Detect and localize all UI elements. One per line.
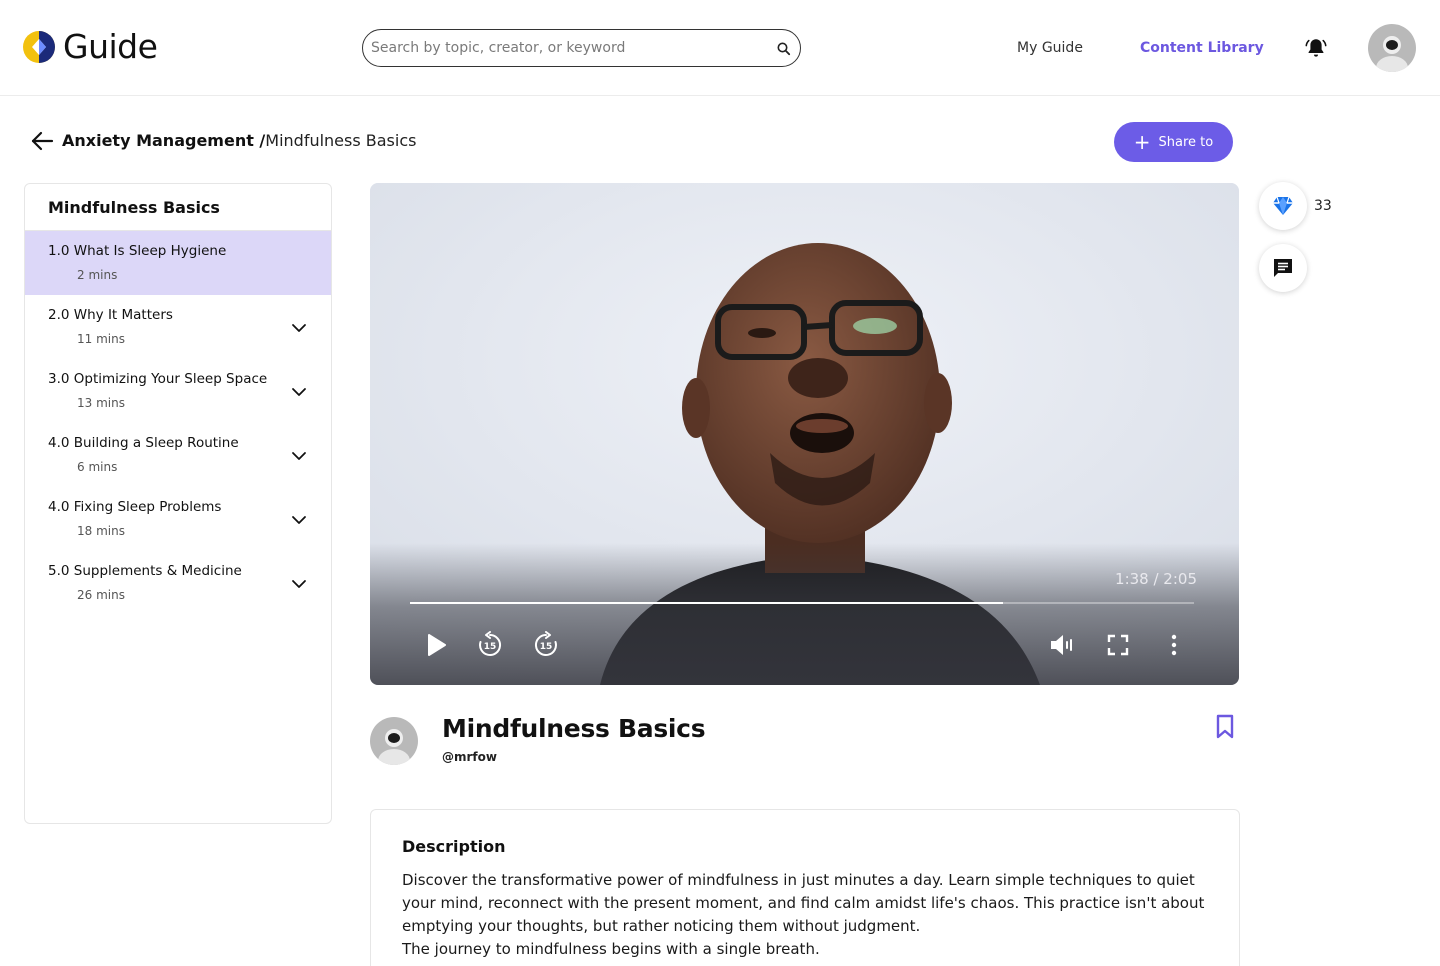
nav-my-guide[interactable]: My Guide — [1017, 38, 1083, 58]
chevron-down-icon[interactable] — [291, 576, 307, 592]
creator-avatar[interactable] — [370, 717, 418, 765]
description-paragraph: The journey to mindfulness begins with a… — [402, 940, 820, 958]
description-heading: Description — [402, 837, 506, 856]
breadcrumb-parent[interactable]: Anxiety Management / — [62, 131, 265, 150]
nav-content-library[interactable]: Content Library — [1140, 38, 1264, 58]
bookmark-icon[interactable] — [1214, 714, 1236, 740]
volume-icon — [1051, 635, 1072, 655]
chapter-item[interactable]: 4.0 Fixing Sleep Problems 18 mins — [25, 487, 331, 551]
creator-handle[interactable]: @mrfow — [442, 750, 497, 764]
share-button[interactable]: + Share to — [1114, 122, 1233, 162]
chapter-label: 1.0 What Is Sleep Hygiene — [48, 243, 227, 259]
chapter-item[interactable]: 4.0 Building a Sleep Routine 6 mins — [25, 423, 331, 487]
fullscreen-button[interactable] — [1104, 631, 1132, 659]
chevron-down-icon[interactable] — [291, 512, 307, 528]
search-input[interactable] — [371, 32, 766, 64]
diamond-icon — [1273, 196, 1293, 215]
astronaut-avatar-icon — [1368, 24, 1416, 72]
share-button-label: Share to — [1158, 134, 1214, 150]
time-readout: 1:38 / 2:05 — [1115, 570, 1197, 588]
progress-bar[interactable] — [410, 602, 1194, 604]
astronaut-avatar-icon — [370, 717, 418, 765]
progress-fill — [410, 602, 1004, 604]
description-paragraph: Discover the transformative power of min… — [402, 871, 1205, 935]
play-button[interactable] — [422, 631, 450, 659]
description-body: Discover the transformative power of min… — [402, 869, 1212, 961]
breadcrumb: Anxiety Management /Mindfulness Basics — [62, 131, 416, 151]
play-icon — [428, 634, 446, 656]
chapter-sidebar: Mindfulness Basics 1.0 What Is Sleep Hyg… — [24, 183, 332, 824]
chapter-item[interactable]: 5.0 Supplements & Medicine 26 mins — [25, 551, 331, 615]
breadcrumb-current: Mindfulness Basics — [265, 131, 417, 150]
chevron-down-icon[interactable] — [291, 384, 307, 400]
chapter-label: 3.0 Optimizing Your Sleep Space — [48, 371, 268, 387]
plus-icon: + — [1133, 130, 1151, 154]
content-title: Mindfulness Basics — [442, 714, 706, 743]
description-card: Description Discover the transformative … — [370, 809, 1240, 966]
logo[interactable]: Guide — [22, 27, 158, 66]
chapter-duration: 13 mins — [77, 396, 125, 410]
volume-button[interactable] — [1048, 631, 1076, 659]
back-arrow-icon[interactable] — [30, 130, 54, 152]
notification-bell-icon[interactable] — [1304, 36, 1328, 60]
chapter-duration: 11 mins — [77, 332, 125, 346]
controls-overlay — [370, 543, 1239, 685]
top-header: Guide My Guide Content Library — [0, 0, 1440, 96]
chapter-duration: 26 mins — [77, 588, 125, 602]
forward-seconds: 15 — [540, 642, 553, 652]
like-count: 33 — [1314, 198, 1332, 214]
more-vertical-icon — [1171, 634, 1177, 656]
sidebar-title: Mindfulness Basics — [48, 198, 220, 217]
chapter-duration: 18 mins — [77, 524, 125, 538]
chapter-item[interactable]: 1.0 What Is Sleep Hygiene 2 mins — [25, 231, 331, 295]
user-avatar[interactable] — [1368, 24, 1416, 72]
fullscreen-icon — [1107, 634, 1129, 656]
chevron-down-icon[interactable] — [291, 448, 307, 464]
chapter-label: 5.0 Supplements & Medicine — [48, 563, 242, 579]
chapter-label: 4.0 Fixing Sleep Problems — [48, 499, 222, 515]
chevron-down-icon[interactable] — [291, 320, 307, 336]
rewind-button[interactable]: 15 — [476, 631, 504, 659]
forward-15-icon: 15 — [534, 631, 557, 656]
logo-text: Guide — [63, 27, 158, 66]
more-options-button[interactable] — [1160, 631, 1188, 659]
comments-button[interactable] — [1259, 244, 1307, 292]
forward-button[interactable]: 15 — [532, 631, 560, 659]
comment-icon — [1274, 259, 1292, 277]
chapter-label: 2.0 Why It Matters — [48, 307, 173, 323]
video-player[interactable]: 1:38 / 2:05 15 15 — [370, 183, 1239, 685]
chapter-item[interactable]: 2.0 Why It Matters 11 mins — [25, 295, 331, 359]
like-button[interactable] — [1259, 182, 1307, 230]
rewind-15-icon: 15 — [479, 631, 502, 656]
search-bar[interactable] — [362, 29, 801, 67]
chapter-item[interactable]: 3.0 Optimizing Your Sleep Space 13 mins — [25, 359, 331, 423]
chapter-duration: 2 mins — [77, 268, 118, 282]
chapter-label: 4.0 Building a Sleep Routine — [48, 435, 239, 451]
rewind-seconds: 15 — [484, 642, 497, 652]
logo-icon — [23, 31, 55, 63]
chapter-duration: 6 mins — [77, 460, 118, 474]
search-icon[interactable] — [776, 41, 792, 57]
